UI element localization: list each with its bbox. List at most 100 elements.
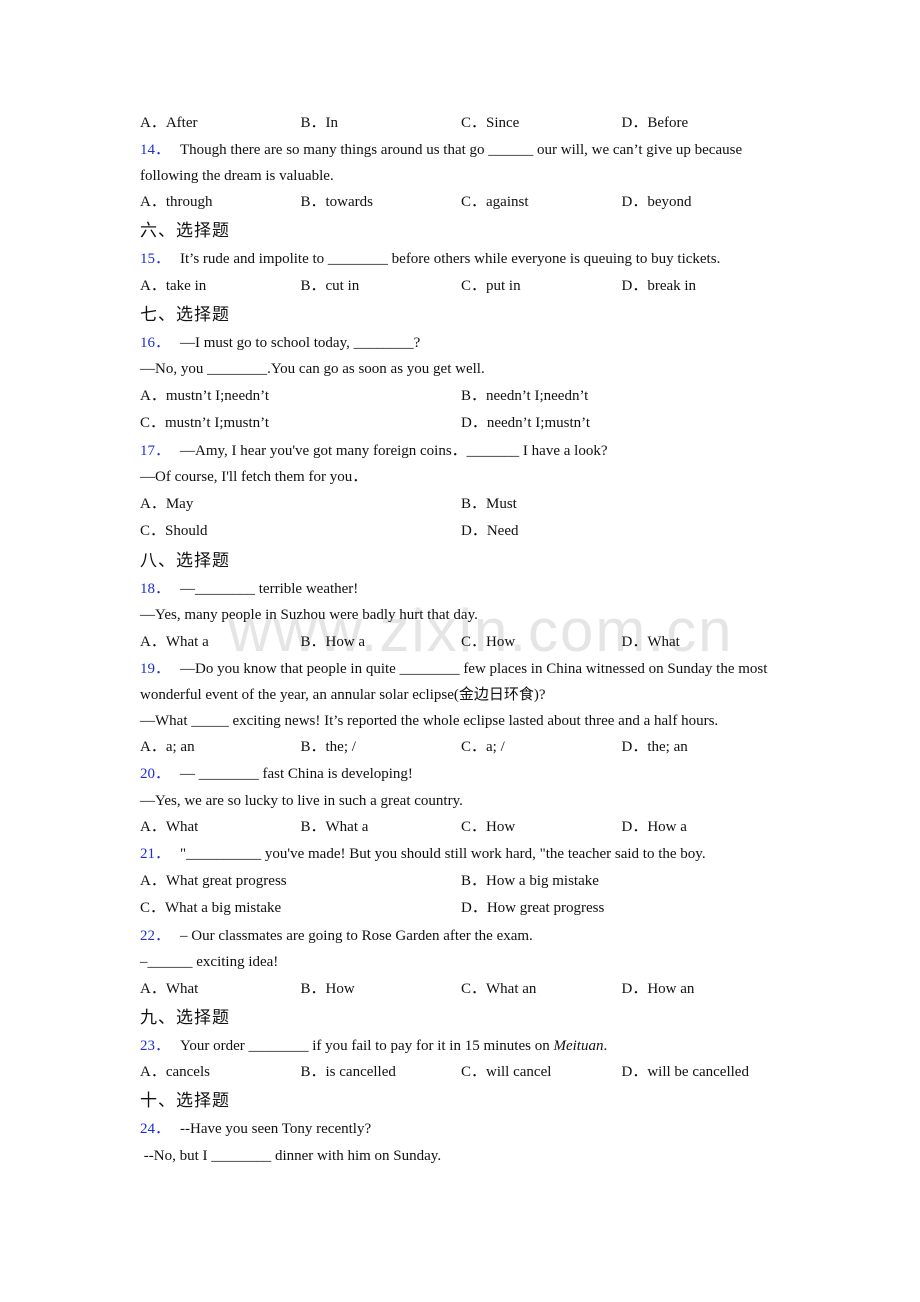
q21-options-row2: C．What a big mistake D．How great progres… [140, 895, 790, 923]
option-c[interactable]: C．What an [461, 976, 622, 1003]
option-c[interactable]: C．will cancel [461, 1059, 622, 1086]
question-number: 21． [140, 846, 171, 862]
option-d[interactable]: D．How great progress [461, 895, 782, 923]
question-17: 17． —Amy, I hear you've got many foreign … [140, 438, 790, 465]
question-24: 24． --Have you seen Tony recently? [140, 1116, 790, 1143]
question-21: 21． "__________ you've made! But you shou… [140, 841, 790, 868]
question-number: 24． [140, 1121, 171, 1137]
option-b[interactable]: B．What a [301, 814, 462, 841]
question-number: 23． [140, 1037, 171, 1054]
question-number: 20． [140, 766, 171, 782]
option-a[interactable]: A．What [140, 976, 301, 1003]
option-d[interactable]: D．the; an [622, 734, 783, 761]
question-number: 19． [140, 660, 171, 677]
question-text: --Have you seen Tony recently? [180, 1121, 372, 1137]
question-text: —Do you know that people in quite ______… [140, 660, 768, 703]
question-18-reply: —Yes, many people in Suzhou were badly h… [140, 607, 478, 623]
option-b[interactable]: B．is cancelled [301, 1059, 462, 1086]
section-heading-6: 六、选择题 [140, 221, 230, 241]
question-number: 18． [140, 580, 171, 597]
option-c[interactable]: C．Since [461, 110, 622, 137]
option-a[interactable]: A．mustn’t I;needn’t [140, 383, 461, 411]
option-b[interactable]: B．needn’t I;needn’t [461, 383, 782, 411]
option-a[interactable]: A．a; an [140, 734, 301, 761]
option-d[interactable]: D．break in [622, 273, 783, 300]
question-text: Your order ________ if you fail to pay f… [180, 1037, 554, 1054]
option-c[interactable]: C．put in [461, 273, 622, 300]
option-b[interactable]: B．In [301, 110, 462, 137]
option-c[interactable]: C．How [461, 629, 622, 656]
option-d[interactable]: D．will be cancelled [622, 1059, 783, 1086]
option-b[interactable]: B．the; / [301, 734, 462, 761]
q21-options-row1: A．What great progress B．How a big mistak… [140, 868, 790, 896]
option-d[interactable]: D．beyond [622, 189, 783, 216]
question-16-reply: —No, you ________.You can go as soon as … [140, 361, 485, 377]
q20-options: A．What B．What a C．How D．How a [140, 814, 790, 841]
question-text-italic: Meituan [553, 1037, 604, 1054]
option-b[interactable]: B．How [301, 976, 462, 1003]
option-d[interactable]: D．Need [461, 518, 782, 546]
option-d[interactable]: D．What [622, 629, 783, 656]
section-heading-10: 十、选择题 [140, 1091, 230, 1111]
question-20: 20． — ________ fast China is developing! [140, 761, 790, 788]
option-a[interactable]: A．take in [140, 273, 301, 300]
option-a[interactable]: A．May [140, 491, 461, 519]
option-c[interactable]: C．against [461, 189, 622, 216]
question-17-reply: —Of course, I'll fetch them for you． [140, 469, 368, 485]
option-c[interactable]: C．What a big mistake [140, 895, 461, 923]
q18-options: A．What a B．How a C．How D．What [140, 629, 790, 656]
question-text: —________ terrible weather! [180, 580, 359, 597]
question-16: 16． —I must go to school today, ________? [140, 330, 790, 357]
question-number: 17． [140, 442, 171, 459]
question-24-reply: --No, but I ________ dinner with him on … [140, 1147, 442, 1164]
q17-options-row2: C．Should D．Need [140, 518, 790, 546]
question-19-reply: —What _____ exciting news! It’s reported… [140, 712, 719, 729]
question-text: — ________ fast China is developing! [180, 766, 413, 782]
section-heading-8: 八、选择题 [140, 550, 230, 571]
question-number: 16． [140, 334, 171, 351]
exam-page: A．After B．In C．Since D．Before 14． Though … [140, 110, 790, 1169]
q17-options-row1: A．May B．Must [140, 491, 790, 519]
question-18: 18． —________ terrible weather! [140, 576, 790, 603]
q19-options: A．a; an B．the; / C．a; / D．the; an [140, 734, 790, 761]
option-d[interactable]: D．Before [622, 110, 783, 137]
question-19: 19． —Do you know that people in quite ___… [140, 656, 790, 708]
section-heading-7: 七、选择题 [140, 304, 230, 325]
q16-options-row2: C．mustn’t I;mustn’t D．needn’t I;mustn’t [140, 410, 790, 438]
option-b[interactable]: B．How a [301, 629, 462, 656]
question-number: 15． [140, 251, 171, 267]
option-a[interactable]: A．What great progress [140, 868, 461, 896]
option-a[interactable]: A．After [140, 110, 301, 137]
option-a[interactable]: A．What [140, 814, 301, 841]
option-d[interactable]: D．needn’t I;mustn’t [461, 410, 782, 438]
option-a[interactable]: A．cancels [140, 1059, 301, 1086]
question-text: Though there are so many things around u… [140, 142, 743, 184]
option-b[interactable]: B．How a big mistake [461, 868, 782, 896]
option-d[interactable]: D．How an [622, 976, 783, 1003]
option-c[interactable]: C．How [461, 814, 622, 841]
option-b[interactable]: B．cut in [301, 273, 462, 300]
option-a[interactable]: A．What a [140, 629, 301, 656]
q23-options: A．cancels B．is cancelled C．will cancel D… [140, 1059, 790, 1086]
question-20-reply: —Yes, we are so lucky to live in such a … [140, 792, 463, 809]
question-text: —Amy, I hear you've got many foreign coi… [180, 442, 608, 459]
question-23: 23． Your order ________ if you fail to pa… [140, 1033, 790, 1060]
question-22: 22． – Our classmates are going to Rose Ga… [140, 923, 790, 950]
option-c[interactable]: C．a; / [461, 734, 622, 761]
q15-options: A．take in B．cut in C．put in D．break in [140, 273, 790, 300]
option-c[interactable]: C．Should [140, 518, 461, 546]
question-number: 22． [140, 927, 171, 944]
question-text-end: . [603, 1037, 608, 1054]
section-heading-9: 九、选择题 [140, 1007, 230, 1028]
question-number: 14． [140, 142, 171, 158]
option-d[interactable]: D．How a [622, 814, 783, 841]
option-b[interactable]: B．Must [461, 491, 782, 519]
question-text: "__________ you've made! But you should … [180, 846, 706, 862]
question-text: It’s rude and impolite to ________ befor… [180, 251, 721, 267]
q16-options-row1: A．mustn’t I;needn’t B．needn’t I;needn’t [140, 383, 790, 411]
question-15: 15． It’s rude and impolite to ________ be… [140, 246, 790, 273]
q14-options: A．through B．towards C．against D．beyond [140, 189, 790, 216]
option-a[interactable]: A．through [140, 189, 301, 216]
option-c[interactable]: C．mustn’t I;mustn’t [140, 410, 461, 438]
option-b[interactable]: B．towards [301, 189, 462, 216]
